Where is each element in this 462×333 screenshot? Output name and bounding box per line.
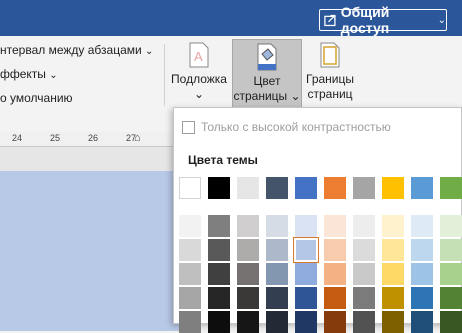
color-swatch[interactable] xyxy=(382,287,404,309)
effects-button[interactable]: ффекты ⌄ xyxy=(0,67,58,81)
paragraph-spacing-button[interactable]: нтервал между абзацами ⌄ xyxy=(0,43,153,57)
ruler-tick: 25 xyxy=(50,133,61,143)
color-swatch[interactable] xyxy=(295,177,317,199)
page-color-label: Цвет xyxy=(253,74,281,88)
color-swatch[interactable] xyxy=(324,311,346,333)
chevron-down-icon: ⌄ xyxy=(193,87,205,101)
color-swatch[interactable] xyxy=(179,263,201,285)
share-icon xyxy=(324,14,336,27)
color-swatch[interactable] xyxy=(295,215,317,237)
color-swatch[interactable] xyxy=(411,287,433,309)
color-swatch[interactable] xyxy=(382,311,404,333)
color-swatch[interactable] xyxy=(266,215,288,237)
color-swatch[interactable] xyxy=(324,263,346,285)
color-swatch[interactable] xyxy=(440,287,462,309)
color-swatch[interactable] xyxy=(295,263,317,285)
color-swatch[interactable] xyxy=(353,311,375,333)
page-color-dropdown: Только с высокой контрастностью Цвета те… xyxy=(173,107,462,333)
effects-label: ффекты xyxy=(0,67,46,81)
color-swatch[interactable] xyxy=(179,215,201,237)
page-borders-icon xyxy=(320,42,340,68)
color-swatch[interactable] xyxy=(411,263,433,285)
color-swatch[interactable] xyxy=(411,177,433,199)
set-default-label: о умолчанию xyxy=(0,91,73,105)
color-swatch[interactable] xyxy=(353,177,375,199)
color-swatch[interactable] xyxy=(353,287,375,309)
color-swatch[interactable] xyxy=(208,287,230,309)
color-swatch[interactable] xyxy=(208,177,230,199)
title-bar: Общий доступ ⌄ xyxy=(0,0,462,36)
color-swatch[interactable] xyxy=(179,239,201,261)
color-swatch[interactable] xyxy=(382,239,404,261)
share-button[interactable]: Общий доступ ⌄ xyxy=(319,4,447,36)
theme-colors-heading: Цвета темы xyxy=(188,153,258,167)
color-swatch[interactable] xyxy=(208,263,230,285)
color-swatch[interactable] xyxy=(266,311,288,333)
page-borders-label-2: страниц xyxy=(307,87,353,101)
color-swatch[interactable] xyxy=(382,215,404,237)
indent-marker-icon[interactable]: ⌂ xyxy=(134,132,141,144)
watermark-label: Подложка xyxy=(171,72,227,86)
color-swatch[interactable] xyxy=(266,263,288,285)
color-swatch[interactable] xyxy=(295,311,317,333)
color-swatch[interactable] xyxy=(440,239,462,261)
page-borders-label: Границы xyxy=(306,72,354,86)
color-swatch[interactable] xyxy=(237,215,259,237)
color-swatch[interactable] xyxy=(237,239,259,261)
color-swatch[interactable] xyxy=(440,311,462,333)
color-swatch[interactable] xyxy=(382,177,404,199)
color-swatch[interactable] xyxy=(266,239,288,261)
color-swatch[interactable] xyxy=(237,263,259,285)
watermark-button[interactable]: A Подложка ⌄ xyxy=(168,42,230,112)
color-swatch[interactable] xyxy=(237,287,259,309)
page-color-button[interactable]: Цвет страницы ⌄ xyxy=(232,39,302,109)
color-swatch[interactable] xyxy=(324,239,346,261)
watermark-icon: A xyxy=(189,42,209,68)
paint-bucket-icon xyxy=(257,43,277,71)
color-swatch[interactable] xyxy=(411,311,433,333)
page-borders-button[interactable]: Границы страниц xyxy=(304,42,356,112)
share-label: Общий доступ xyxy=(340,4,390,36)
color-swatch[interactable] xyxy=(179,177,201,199)
ruler-tick: 26 xyxy=(88,133,99,143)
color-swatch[interactable] xyxy=(295,287,317,309)
set-default-button[interactable]: о умолчанию xyxy=(0,91,73,105)
ribbon-separator xyxy=(164,44,165,106)
color-swatch[interactable] xyxy=(353,239,375,261)
svg-text:A: A xyxy=(194,49,203,64)
color-swatch[interactable] xyxy=(324,287,346,309)
color-swatch[interactable] xyxy=(411,215,433,237)
document-page[interactable] xyxy=(0,171,180,331)
checkbox-icon xyxy=(182,120,195,134)
color-swatch[interactable] xyxy=(266,177,288,199)
chevron-down-icon: ⌄ xyxy=(437,14,446,26)
color-swatch[interactable] xyxy=(411,239,433,261)
high-contrast-label: Только с высокой контрастностью xyxy=(201,120,391,134)
color-swatch[interactable] xyxy=(324,177,346,199)
color-swatch[interactable] xyxy=(208,215,230,237)
color-swatch[interactable] xyxy=(293,237,319,263)
ruler-tick: 24 xyxy=(12,133,23,143)
color-swatch[interactable] xyxy=(208,311,230,333)
color-swatch[interactable] xyxy=(440,215,462,237)
color-swatch[interactable] xyxy=(382,263,404,285)
color-swatch[interactable] xyxy=(208,239,230,261)
color-swatch[interactable] xyxy=(179,311,201,333)
color-swatch[interactable] xyxy=(353,263,375,285)
high-contrast-checkbox[interactable]: Только с высокой контрастностью xyxy=(182,120,391,134)
color-swatch[interactable] xyxy=(179,287,201,309)
color-swatch[interactable] xyxy=(440,263,462,285)
color-swatch[interactable] xyxy=(324,215,346,237)
color-swatch[interactable] xyxy=(237,177,259,199)
color-swatch[interactable] xyxy=(266,287,288,309)
page-color-label-2: страницы ⌄ xyxy=(233,89,301,103)
color-swatch[interactable] xyxy=(237,311,259,333)
paragraph-spacing-label: нтервал между абзацами xyxy=(0,43,142,57)
chevron-down-icon: ⌄ xyxy=(49,70,58,81)
chevron-down-icon: ⌄ xyxy=(145,46,154,57)
color-swatch[interactable] xyxy=(440,177,462,199)
color-swatch[interactable] xyxy=(353,215,375,237)
